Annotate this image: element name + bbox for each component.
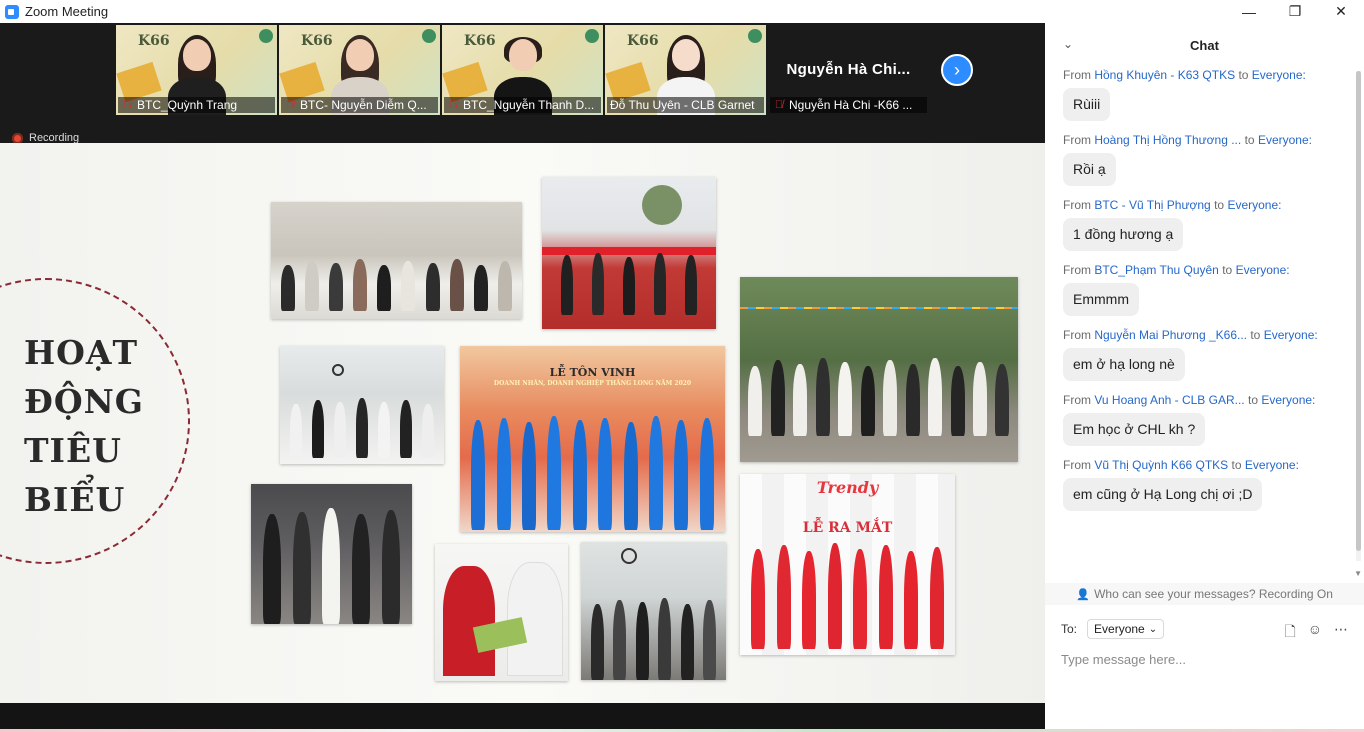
message-bubble: Emmmm	[1063, 283, 1139, 316]
shared-screen-slide: HOẠT ĐỘNG TIÊU BIỂU LỄ TÔN VINH DOANH NH…	[0, 143, 1045, 703]
participant-nameplate: 🎙̸ BTC- Nguyễn Diễm Q...	[281, 97, 438, 113]
chat-message: From Vũ Thị Quỳnh K66 QTKS to Everyone: …	[1045, 457, 1353, 511]
chat-message-list[interactable]: From Hồng Khuyên - K63 QTKS to Everyone:…	[1045, 67, 1353, 581]
message-recipient[interactable]: Everyone:	[1236, 263, 1290, 277]
participant-display-name: Nguyễn Hà Chi...	[786, 61, 911, 78]
message-sender[interactable]: Hồng Khuyên - K63 QTKS	[1094, 68, 1235, 82]
chat-message: From Vu Hoang Anh - CLB GAR... to Everyo…	[1045, 392, 1353, 446]
message-bubble: em cũng ở Hạ Long chị ơi ;D	[1063, 478, 1263, 511]
message-recipient[interactable]: Everyone:	[1252, 68, 1306, 82]
ceremony-banner-subtitle: DOANH NHÂN, DOANH NGHIỆP THĂNG LONG NĂM …	[493, 380, 692, 387]
muted-mic-icon: 🎙̸	[285, 99, 295, 111]
participant-name: BTC_Quỳnh Trang	[137, 98, 238, 112]
chat-tools: 🗋 ☺ ⋯	[1284, 621, 1348, 645]
participant-name: BTC- Nguyễn Diễm Q...	[300, 98, 427, 112]
photo-ribbon-cutting	[542, 177, 716, 329]
message-input[interactable]	[1061, 649, 1351, 669]
message-bubble: Rồi ạ	[1063, 153, 1116, 186]
message-recipient[interactable]: Everyone:	[1261, 393, 1315, 407]
chat-message: From BTC - Vũ Thị Phượng to Everyone: 1 …	[1045, 197, 1353, 251]
minimize-button[interactable]: —	[1226, 0, 1272, 23]
chat-message: From Hoàng Thị Hồng Thương ... to Everyo…	[1045, 132, 1353, 186]
photo-classroom-masks	[581, 542, 726, 680]
to-label: To:	[1061, 622, 1078, 636]
chevron-down-icon: ⌄	[1148, 623, 1158, 635]
zoom-logo-icon	[5, 4, 19, 19]
background-text: K66	[464, 33, 496, 49]
launch-banner-brand: Trendy	[816, 478, 879, 497]
recipient-dropdown[interactable]: Everyone ⌄	[1087, 619, 1165, 639]
slide-title: HOẠT ĐỘNG TIÊU BIỂU	[24, 333, 144, 519]
launch-banner-title: LỄ RA MẮT	[802, 520, 893, 536]
restore-button[interactable]: ❐	[1272, 0, 1318, 23]
next-page-arrow-icon[interactable]: ›	[941, 54, 973, 86]
video-gallery-strip: K66 🎙̸ BTC_Quỳnh Trang K66 🎙̸ BTC- Nguyễ…	[116, 25, 929, 117]
photo-award-ceremony: LỄ TÔN VINH DOANH NHÂN, DOANH NGHIỆP THĂ…	[460, 346, 725, 532]
video-tile-active-speaker[interactable]: K66 Đỗ Thu Uyên - CLB Garnet	[605, 25, 766, 115]
message-bubble: 1 đồng hương ạ	[1063, 218, 1184, 251]
window-title: Zoom Meeting	[25, 4, 109, 19]
participant-name: Đỗ Thu Uyên - CLB Garnet	[610, 98, 755, 112]
chat-message: From BTC_Phạm Thu Quyên to Everyone: Emm…	[1045, 262, 1353, 316]
message-bubble: Rùiii	[1063, 88, 1111, 121]
photo-outdoor-group	[740, 277, 1018, 462]
message-sender[interactable]: BTC_Phạm Thu Quyên	[1094, 263, 1219, 277]
participant-nameplate: 🎙̸ Nguyễn Hà Chi -K66 ...	[770, 97, 927, 113]
message-recipient[interactable]: Everyone:	[1258, 133, 1312, 147]
participant-nameplate: 🎙̸ BTC_Nguyễn Thanh D...	[444, 97, 601, 113]
chat-title: Chat	[1190, 37, 1219, 53]
ceremony-banner-title: LỄ TÔN VINH	[549, 366, 636, 379]
people-lock-icon: 👤	[1076, 589, 1090, 601]
photo-group-of-five	[251, 484, 412, 624]
file-icon[interactable]: 🗋	[1284, 621, 1295, 645]
recipient-row: To: Everyone ⌄	[1061, 619, 1165, 639]
message-sender[interactable]: BTC - Vũ Thị Phượng	[1094, 198, 1210, 212]
message-sender[interactable]: Hoàng Thị Hồng Thương ...	[1094, 133, 1241, 147]
privacy-note-text: Who can see your messages? Recording On	[1094, 587, 1333, 601]
message-visibility-notice[interactable]: 👤 Who can see your messages? Recording O…	[1045, 583, 1364, 605]
message-bubble: Em học ở CHL kh ?	[1063, 413, 1206, 446]
background-text: K66	[627, 33, 659, 49]
window-controls: — ❐ ✕	[1226, 0, 1364, 23]
muted-mic-icon: 🎙̸	[774, 99, 784, 111]
message-sender[interactable]: Vũ Thị Quỳnh K66 QTKS	[1094, 458, 1228, 472]
chevron-down-icon[interactable]: ⌄	[1063, 37, 1073, 51]
video-tile[interactable]: K66 🎙̸ BTC_Nguyễn Thanh D...	[442, 25, 603, 115]
recording-dot-icon	[12, 132, 23, 144]
participant-name: BTC_Nguyễn Thanh D...	[463, 98, 595, 112]
meeting-bottom-bar	[0, 703, 1045, 732]
participant-nameplate: 🎙̸ BTC_Quỳnh Trang	[118, 97, 275, 113]
message-recipient[interactable]: Everyone:	[1245, 458, 1299, 472]
background-text: K66	[138, 33, 170, 49]
close-button[interactable]: ✕	[1318, 0, 1364, 23]
meeting-view: K66 🎙̸ BTC_Quỳnh Trang K66 🎙̸ BTC- Nguyễ…	[0, 23, 1045, 732]
photo-reading-book	[435, 544, 568, 681]
chat-message: From Hồng Khuyên - K63 QTKS to Everyone:…	[1045, 67, 1353, 121]
muted-mic-icon: 🎙̸	[122, 99, 132, 111]
title-bar: Zoom Meeting — ❐ ✕	[0, 0, 1364, 23]
message-sender[interactable]: Vu Hoang Anh - CLB GAR...	[1094, 393, 1244, 407]
message-sender[interactable]: Nguyễn Mai Phương _K66...	[1094, 328, 1247, 342]
participant-name: Nguyễn Hà Chi -K66 ...	[789, 98, 913, 112]
chat-panel: ⌄ Chat From Hồng Khuyên - K63 QTKS to Ev…	[1045, 23, 1364, 732]
more-options-icon[interactable]: ⋯	[1334, 621, 1348, 645]
video-tile[interactable]: K66 🎙̸ BTC_Quỳnh Trang	[116, 25, 277, 115]
emoji-icon[interactable]: ☺	[1308, 621, 1322, 645]
photo-class-selfie	[280, 346, 444, 464]
participant-nameplate: Đỗ Thu Uyên - CLB Garnet	[607, 97, 764, 113]
message-recipient[interactable]: Everyone:	[1264, 328, 1318, 342]
video-tile[interactable]: K66 🎙̸ BTC- Nguyễn Diễm Q...	[279, 25, 440, 115]
scroll-down-arrow-icon[interactable]: ▼	[1354, 569, 1362, 578]
chat-scrollbar-thumb[interactable]	[1356, 71, 1361, 551]
photo-launch-event: Trendy LỄ RA MẮT	[740, 474, 955, 655]
message-bubble: em ở hạ long nè	[1063, 348, 1185, 381]
background-text: K66	[301, 33, 333, 49]
video-tile-camera-off[interactable]: Nguyễn Hà Chi... 🎙̸ Nguyễn Hà Chi -K66 .…	[768, 25, 929, 115]
chat-message: From Nguyễn Mai Phương _K66... to Everyo…	[1045, 327, 1353, 381]
recipient-selected-value: Everyone	[1094, 622, 1145, 636]
chat-header: ⌄ Chat	[1045, 23, 1364, 67]
muted-mic-icon: 🎙̸	[448, 99, 458, 111]
photo-classroom-group	[271, 202, 522, 319]
message-recipient[interactable]: Everyone:	[1227, 198, 1281, 212]
